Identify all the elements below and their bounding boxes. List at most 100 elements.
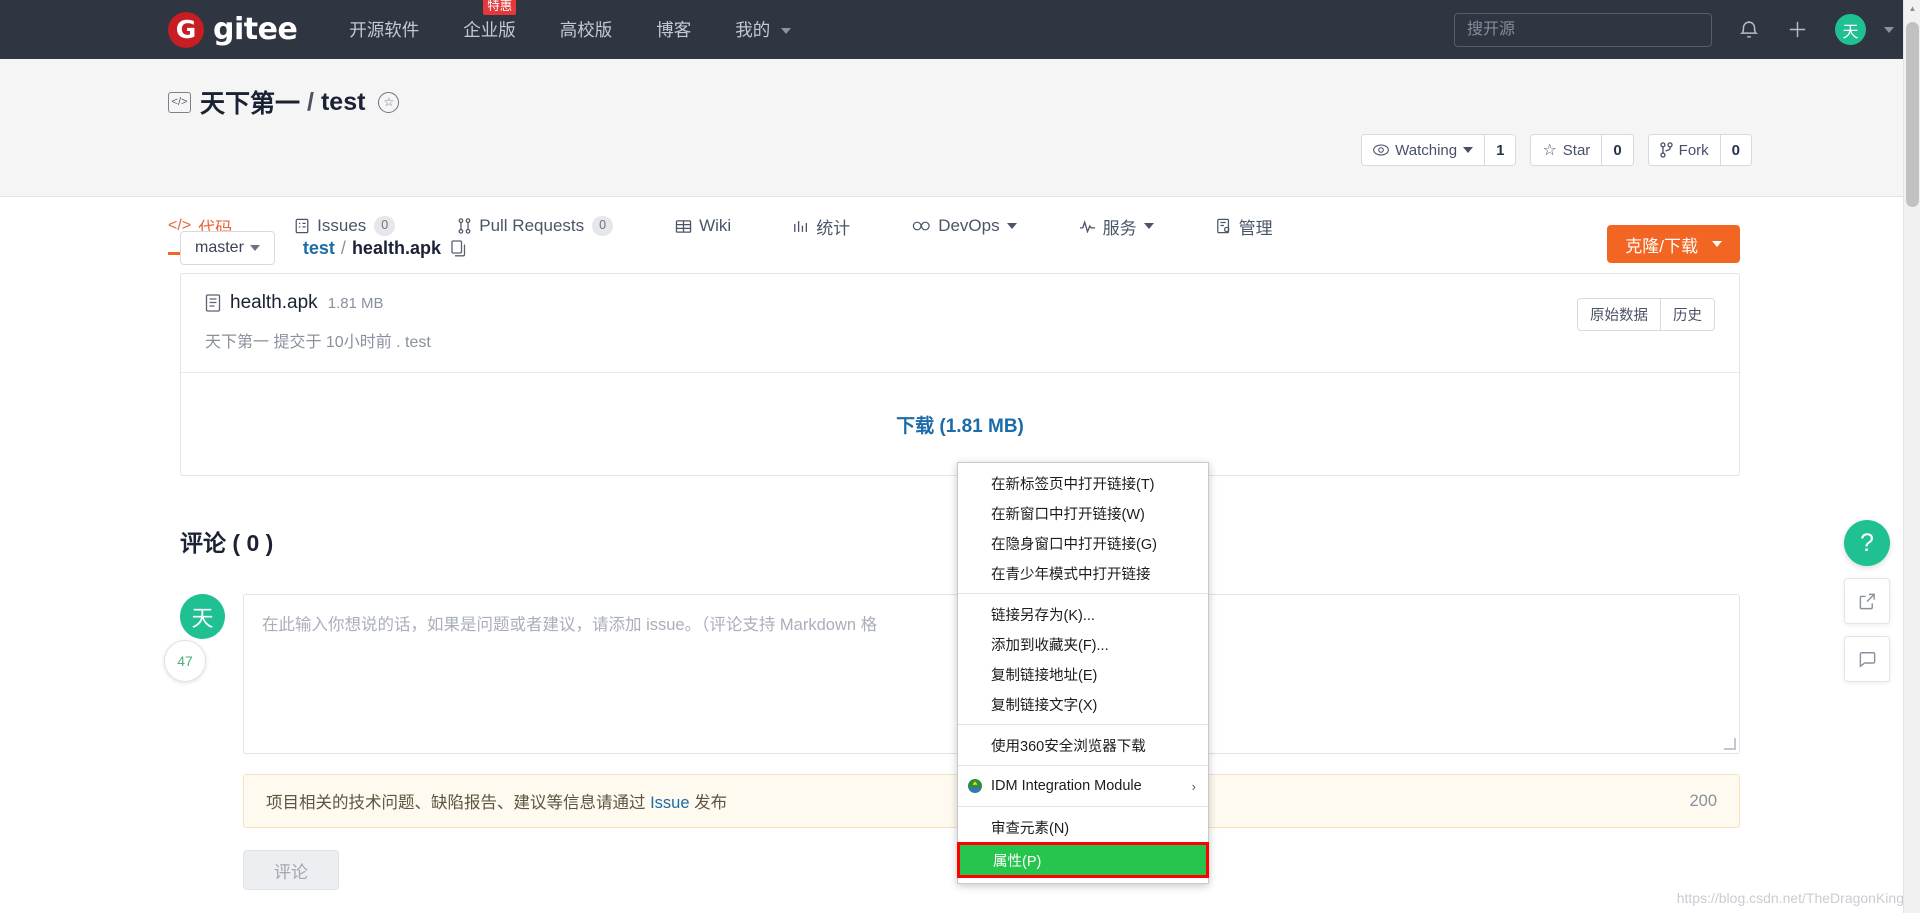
nav-link-university[interactable]: 高校版 bbox=[560, 17, 613, 42]
repo-name-link[interactable]: test bbox=[321, 88, 365, 117]
file-card-header: health.apk 1.81 MB 天下第一 提交于 10小时前 . test… bbox=[181, 274, 1739, 373]
file-name-row: health.apk 1.81 MB bbox=[205, 292, 1715, 314]
scroll-up-arrow-icon[interactable]: ▲ bbox=[1904, 0, 1920, 17]
context-menu-item-open-new-tab[interactable]: 在新标签页中打开链接(T) bbox=[958, 468, 1208, 498]
clone-download-label: 克隆/下载 bbox=[1625, 236, 1698, 256]
left-floating-counter[interactable]: 47 bbox=[164, 640, 206, 682]
help-button[interactable]: ? bbox=[1844, 520, 1890, 566]
context-menu-group-open: 在新标签页中打开链接(T) 在新窗口中打开链接(W) 在隐身窗口中打开链接(G)… bbox=[958, 463, 1208, 593]
branch-chevron-down-icon bbox=[249, 245, 260, 251]
copy-icon[interactable] bbox=[451, 239, 467, 257]
fork-button-label: Fork bbox=[1678, 141, 1709, 159]
issue-notice-suffix: 发布 bbox=[694, 794, 728, 812]
breadcrumb-separator: / bbox=[340, 237, 346, 258]
file-name-text: health.apk bbox=[230, 292, 318, 313]
clone-download-button[interactable]: 克隆/下载 bbox=[1607, 225, 1740, 263]
code-repo-icon: </> bbox=[168, 91, 191, 113]
nav-link-enterprise[interactable]: 特惠 企业版 bbox=[463, 0, 517, 42]
file-action-buttons: 原始数据 历史 bbox=[1577, 298, 1715, 331]
raw-data-button[interactable]: 原始数据 bbox=[1578, 299, 1660, 330]
context-menu-item-open-new-window[interactable]: 在新窗口中打开链接(W) bbox=[958, 498, 1208, 528]
floating-action-column: ? bbox=[1844, 520, 1890, 682]
user-avatar[interactable]: 天 bbox=[1835, 14, 1866, 45]
watch-button-label: Watching bbox=[1395, 141, 1458, 159]
nav-link-opensource[interactable]: 开源软件 bbox=[349, 17, 419, 42]
top-nav-right-area: 天 bbox=[1454, 0, 1894, 59]
file-card: health.apk 1.81 MB 天下第一 提交于 10小时前 . test… bbox=[180, 273, 1740, 476]
history-button[interactable]: 历史 bbox=[1660, 299, 1714, 330]
comment-placeholder-text: 在此输入你想说的话，如果是问题或者建议，请添加 issue。（评论支持 Mark… bbox=[262, 616, 878, 634]
chevron-right-icon: › bbox=[1191, 778, 1196, 794]
context-menu-group-inspect: 审查元素(N) 属性(P) bbox=[957, 806, 1209, 883]
user-menu-chevron-down-icon[interactable] bbox=[1878, 26, 1894, 33]
gitee-logo-icon: G bbox=[168, 11, 204, 48]
context-menu-highlight-box: 属性(P) bbox=[957, 842, 1209, 878]
context-menu-item-idm-integration[interactable]: IDM Integration Module › bbox=[958, 771, 1208, 801]
fork-count[interactable]: 0 bbox=[1719, 135, 1751, 165]
textarea-resize-handle[interactable] bbox=[1724, 738, 1736, 750]
breadcrumb: test / health.apk bbox=[303, 238, 467, 259]
search-input[interactable] bbox=[1454, 12, 1712, 47]
enterprise-hot-badge: 特惠 bbox=[483, 0, 517, 16]
issue-notice-link[interactable]: Issue bbox=[650, 794, 689, 812]
page-scrollbar[interactable]: ▲ bbox=[1903, 0, 1920, 913]
breadcrumb-repo-link[interactable]: test bbox=[303, 238, 335, 259]
clone-chevron-down-icon bbox=[1712, 241, 1722, 247]
download-link[interactable]: 下载 (1.81 MB) bbox=[896, 411, 1024, 438]
watch-button[interactable]: Watching bbox=[1362, 135, 1485, 165]
submit-comment-button[interactable]: 评论 bbox=[243, 850, 339, 890]
context-menu-item-download-with-360[interactable]: 使用360安全浏览器下载 bbox=[958, 730, 1208, 760]
file-toolbar: master test / health.apk 克隆/下载 bbox=[180, 197, 1740, 269]
comment-avatar: 天 bbox=[180, 594, 225, 639]
feedback-button[interactable] bbox=[1844, 636, 1890, 682]
repo-star-badge-icon[interactable]: ☆ bbox=[378, 91, 400, 113]
context-menu-item-copy-link-text[interactable]: 复制链接文字(X) bbox=[958, 689, 1208, 719]
watch-count[interactable]: 1 bbox=[1484, 135, 1516, 165]
watch-button-group: Watching 1 bbox=[1361, 134, 1517, 166]
branch-selector-label: master bbox=[195, 239, 244, 256]
chevron-down-glyph bbox=[1884, 26, 1894, 33]
repo-separator: / bbox=[307, 87, 314, 116]
top-navigation-bar: G gitee 开源软件 特惠 企业版 高校版 博客 我的 搜开源 天 bbox=[0, 0, 1920, 59]
fork-button-group: Fork 0 bbox=[1647, 134, 1752, 166]
context-menu-item-copy-link-address[interactable]: 复制链接地址(E) bbox=[958, 659, 1208, 689]
scrollbar-thumb[interactable] bbox=[1906, 22, 1919, 207]
branch-selector[interactable]: master bbox=[180, 231, 275, 265]
context-menu-item-save-link-as[interactable]: 链接另存为(K)... bbox=[958, 599, 1208, 629]
star-button[interactable]: ☆ Star bbox=[1531, 135, 1602, 165]
nav-link-mine[interactable]: 我的 bbox=[735, 17, 792, 42]
nav-link-mine-label: 我的 bbox=[735, 20, 771, 40]
star-count[interactable]: 0 bbox=[1601, 135, 1633, 165]
context-menu-item-idm-label: IDM Integration Module bbox=[991, 778, 1142, 794]
issue-notice-text: 项目相关的技术问题、缺陷报告、建议等信息请通过 Issue 发布 bbox=[266, 789, 727, 813]
context-menu-item-add-to-favorites[interactable]: 添加到收藏夹(F)... bbox=[958, 629, 1208, 659]
page-root: G gitee 开源软件 特惠 企业版 高校版 博客 我的 搜开源 天 </> … bbox=[0, 0, 1920, 913]
repository-title: </> 天下第一 / test ☆ bbox=[168, 84, 400, 120]
browser-context-menu: 在新标签页中打开链接(T) 在新窗口中打开链接(W) 在隐身窗口中打开链接(G)… bbox=[957, 462, 1209, 884]
context-menu-item-properties[interactable]: 属性(P) bbox=[960, 845, 1206, 875]
nav-link-university-label: 高校版 bbox=[559, 20, 613, 40]
star-button-group: ☆ Star 0 bbox=[1530, 134, 1634, 166]
nav-link-blog[interactable]: 博客 bbox=[656, 17, 691, 42]
repo-owner-link[interactable]: 天下第一 bbox=[200, 84, 300, 120]
watermark-text: https://blog.csdn.net/TheDragonKing bbox=[1676, 890, 1904, 906]
nav-link-opensource-label: 开源软件 bbox=[349, 20, 420, 40]
file-body: 下载 (1.81 MB) bbox=[181, 373, 1739, 475]
plus-icon[interactable] bbox=[1786, 18, 1809, 41]
context-menu-item-open-teen-mode[interactable]: 在青少年模式中打开链接 bbox=[958, 558, 1208, 588]
repository-header: </> 天下第一 / test ☆ Watching 1 ☆ Star 0 Fo… bbox=[0, 59, 1920, 255]
star-icon: ☆ bbox=[1542, 142, 1557, 159]
bell-icon[interactable] bbox=[1738, 18, 1760, 41]
context-menu-item-open-incognito[interactable]: 在隐身窗口中打开链接(G) bbox=[958, 528, 1208, 558]
star-button-label: Star bbox=[1562, 141, 1591, 159]
context-menu-item-inspect-element[interactable]: 审查元素(N) bbox=[958, 812, 1208, 842]
character-count: 200 bbox=[1689, 791, 1717, 810]
share-button[interactable] bbox=[1844, 578, 1890, 624]
nav-link-blog-label: 博客 bbox=[656, 20, 692, 40]
fork-button[interactable]: Fork bbox=[1648, 135, 1720, 165]
repository-action-buttons: Watching 1 ☆ Star 0 Fork 0 bbox=[1347, 134, 1752, 166]
file-icon bbox=[205, 294, 221, 312]
gitee-brand[interactable]: G gitee bbox=[168, 11, 298, 48]
gitee-brand-name: gitee bbox=[213, 12, 298, 47]
context-menu-group-idm: IDM Integration Module › bbox=[958, 765, 1208, 806]
